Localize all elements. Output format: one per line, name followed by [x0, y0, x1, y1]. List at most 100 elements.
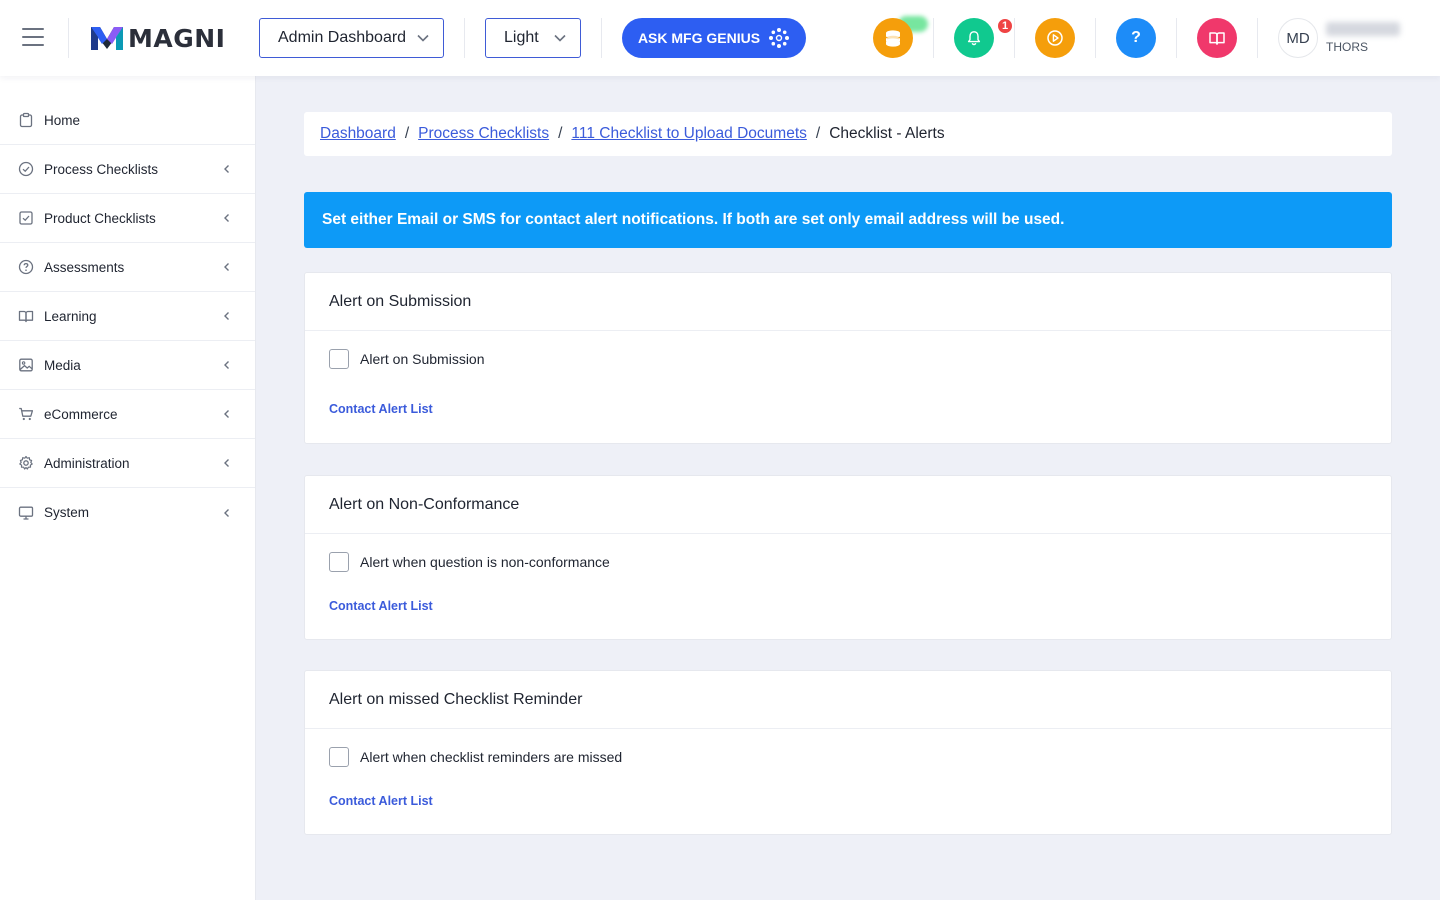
breadcrumb-link-process-checklists[interactable]: Process Checklists: [418, 125, 549, 143]
chevron-left-icon: [224, 459, 229, 467]
sidebar-item-system[interactable]: System: [0, 488, 255, 537]
contact-alert-list-link[interactable]: Contact Alert List: [329, 599, 433, 613]
user-avatar[interactable]: MD: [1278, 18, 1318, 58]
breadcrumb-current: Checklist - Alerts: [829, 125, 945, 142]
brand-logo[interactable]: MAGNI: [90, 23, 226, 53]
top-bar: MAGNI Admin Dashboard Light ASK MFG GENI…: [0, 0, 1440, 76]
sidebar-item-product-checklists[interactable]: Product Checklists: [0, 194, 255, 243]
user-initials: MD: [1286, 29, 1310, 47]
alert-on-submission-checkbox[interactable]: [329, 349, 349, 369]
chevron-down-icon: [417, 34, 429, 42]
breadcrumb-separator: /: [815, 125, 821, 142]
sidebar-item-process-checklists[interactable]: Process Checklists: [0, 145, 255, 194]
card-title: Alert on Submission: [305, 273, 1391, 331]
alert-non-conformance-checkbox[interactable]: [329, 552, 349, 572]
sidebar-item-label: Process Checklists: [44, 161, 159, 177]
sidebar-item-learning[interactable]: Learning: [0, 292, 255, 341]
divider: [933, 18, 934, 58]
alert-on-submission-option[interactable]: Alert on Submission: [305, 349, 1391, 369]
breadcrumb: Dashboard / Process Checklists / 111 Che…: [304, 112, 1392, 156]
user-name-redacted: [1326, 22, 1400, 36]
chevron-left-icon: [224, 361, 229, 369]
divider: [1014, 18, 1015, 58]
breadcrumb-link-checklist[interactable]: 111 Checklist to Upload Documets: [571, 125, 806, 143]
card-title: Alert on missed Checklist Reminder: [305, 671, 1391, 729]
divider: [464, 18, 465, 58]
chevron-left-icon: [224, 312, 229, 320]
divider: [601, 18, 602, 58]
dashboard-select[interactable]: Admin Dashboard: [259, 18, 444, 58]
checkbox-label: Alert when question is non-conformance: [360, 554, 610, 570]
notification-count-badge: 1: [996, 17, 1014, 35]
question-circle-icon: [18, 259, 34, 275]
notifications-button[interactable]: [954, 18, 994, 58]
book-open-icon: [18, 308, 34, 324]
chevron-left-icon: [224, 508, 229, 517]
divider: [68, 18, 69, 58]
video-tutorials-button[interactable]: [1035, 18, 1075, 58]
knowledge-base-button[interactable]: [1197, 18, 1237, 58]
image-icon: [18, 357, 34, 373]
sidebar-item-administration[interactable]: Administration: [0, 439, 255, 488]
magni-logo-icon: [91, 27, 123, 50]
ask-mfg-genius-label: ASK MFG GENIUS: [637, 30, 761, 46]
gear-icon: [18, 455, 34, 471]
bell-icon: [967, 31, 981, 46]
sidebar-item-label: Administration: [44, 455, 130, 471]
check-square-icon: [18, 210, 34, 226]
menu-toggle-icon[interactable]: [22, 28, 46, 48]
monitor-icon: [18, 505, 34, 521]
ask-mfg-genius-button[interactable]: ASK MFG GENIUS: [622, 18, 806, 58]
brand-name: MAGNI: [128, 23, 226, 53]
alert-card-non-conformance: Alert on Non-Conformance Alert when ques…: [304, 475, 1392, 640]
sidebar-menu: Home Process Checklists Product Checklis…: [0, 96, 255, 537]
question-mark-icon: ?: [1131, 29, 1141, 46]
theme-select[interactable]: Light: [485, 18, 581, 58]
help-button[interactable]: ?: [1116, 18, 1156, 58]
sidebar-item-label: Home: [44, 112, 81, 128]
sidebar-item-label: Assessments: [44, 259, 125, 275]
sidebar-item-label: eCommerce: [44, 406, 118, 422]
theme-select-value: Light: [504, 29, 539, 46]
divider: [1176, 18, 1177, 58]
alert-card-submission: Alert on Submission Alert on Submission …: [304, 272, 1392, 444]
breadcrumb-link-dashboard[interactable]: Dashboard: [320, 125, 396, 143]
sidebar-item-media[interactable]: Media: [0, 341, 255, 390]
chevron-down-icon: [554, 34, 566, 42]
info-banner: Set either Email or SMS for contact aler…: [304, 192, 1392, 248]
cart-icon: [18, 406, 34, 422]
sidebar-item-label: System: [44, 505, 90, 520]
sidebar-item-label: Media: [44, 357, 81, 373]
book-open-icon: [1209, 32, 1225, 45]
sidebar-item-label: Learning: [44, 308, 97, 324]
divider: [1257, 18, 1258, 58]
contact-alert-list-link[interactable]: Contact Alert List: [329, 402, 433, 416]
chevron-left-icon: [224, 263, 229, 271]
alert-missed-reminder-option[interactable]: Alert when checklist reminders are misse…: [305, 747, 1391, 767]
sidebar-item-home[interactable]: Home: [0, 96, 255, 145]
card-title: Alert on Non-Conformance: [305, 476, 1391, 534]
contact-alert-list-link[interactable]: Contact Alert List: [329, 794, 433, 808]
dashboard-select-value: Admin Dashboard: [278, 29, 407, 46]
play-circle-icon: [1047, 30, 1063, 46]
breadcrumb-separator: /: [404, 125, 410, 142]
chevron-left-icon: [224, 214, 229, 222]
chevron-left-icon: [224, 410, 229, 418]
sidebar-item-ecommerce[interactable]: eCommerce: [0, 390, 255, 439]
breadcrumb-separator: /: [558, 125, 563, 142]
sidebar-item-label: Product Checklists: [44, 210, 156, 226]
divider: [1095, 18, 1096, 58]
checkbox-label: Alert on Submission: [360, 351, 485, 367]
check-circle-icon: [18, 161, 34, 177]
alert-missed-reminder-checkbox[interactable]: [329, 747, 349, 767]
coins-button[interactable]: [873, 18, 913, 58]
coins-icon: [886, 30, 900, 47]
sidebar-item-assessments[interactable]: Assessments: [0, 243, 255, 292]
sidebar: Home Process Checklists Product Checklis…: [0, 76, 256, 900]
clipboard-icon: [18, 112, 34, 128]
checkbox-label: Alert when checklist reminders are misse…: [360, 749, 623, 765]
user-organization: THORS: [1326, 40, 1368, 54]
alert-non-conformance-option[interactable]: Alert when question is non-conformance: [305, 552, 1391, 572]
alert-card-missed-reminder: Alert on missed Checklist Reminder Alert…: [304, 670, 1392, 835]
chevron-left-icon: [224, 165, 229, 173]
